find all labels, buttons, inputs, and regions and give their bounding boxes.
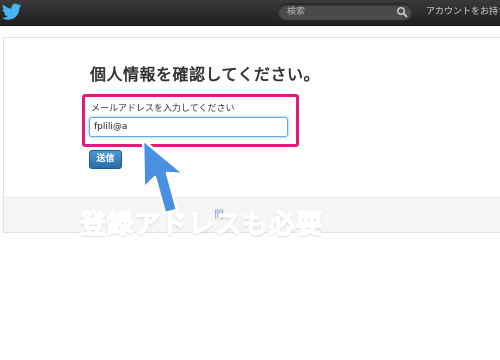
search-input[interactable]: 検索 xyxy=(287,6,305,18)
email-field[interactable] xyxy=(89,117,288,137)
send-button[interactable]: 送信 xyxy=(89,150,122,169)
arrow-up-icon xyxy=(141,140,186,214)
email-label: メールアドレスを入力してください xyxy=(91,104,235,114)
top-nav-bar: 検索 アカウントをお持ち xyxy=(0,0,500,26)
account-link[interactable]: アカウントをお持ち xyxy=(426,6,500,18)
search-box[interactable]: 検索 xyxy=(277,3,413,21)
annotation-caption: 登録アドレスも必要 xyxy=(79,209,324,241)
magnifier-icon[interactable] xyxy=(396,6,408,18)
twitter-bird-icon[interactable] xyxy=(2,3,22,21)
page-title: 個人情報を確認してください。 xyxy=(90,65,321,84)
